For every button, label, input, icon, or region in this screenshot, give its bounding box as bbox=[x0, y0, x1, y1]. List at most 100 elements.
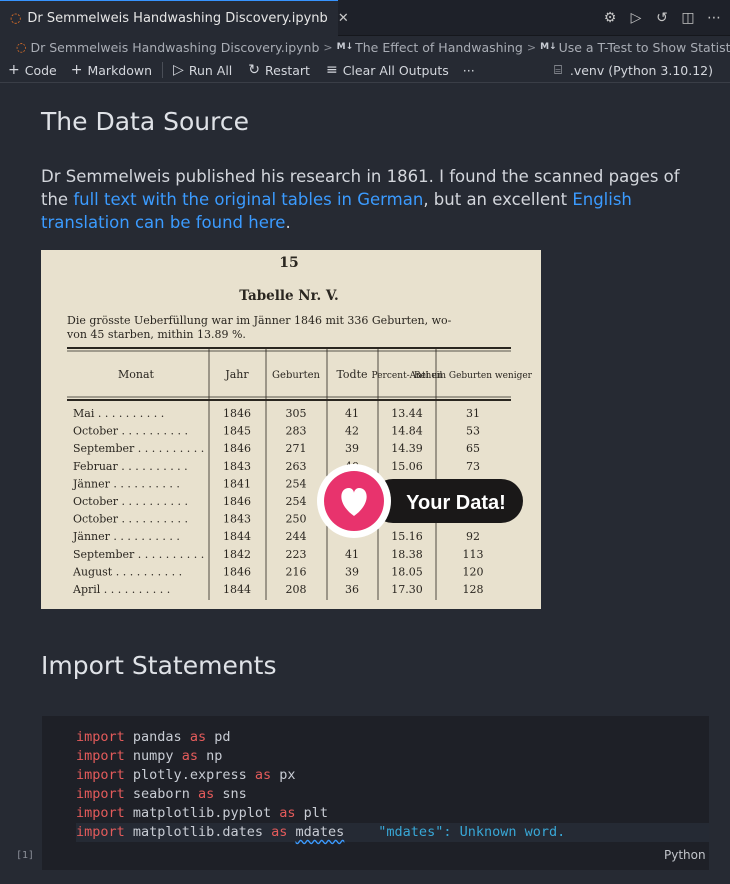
link-german-text[interactable]: full text with the original tables in Ge… bbox=[73, 190, 423, 209]
spellcheck-hint: "mdates": Unknown word. bbox=[378, 824, 566, 840]
more-icon[interactable]: ⋯ bbox=[706, 10, 722, 26]
scan-cell: 39 bbox=[345, 565, 359, 578]
scan-cell: September . . . . . . . . . . bbox=[73, 442, 204, 455]
scanned-table-image: 15 Tabelle Nr. V. Die grösste Ueberfüllu… bbox=[41, 250, 541, 609]
chevron-right-icon: > bbox=[323, 40, 333, 54]
settings-gear-icon[interactable]: ⚙ bbox=[602, 10, 618, 26]
breadcrumb: ◌ Dr Semmelweis Handwashing Discovery.ip… bbox=[0, 36, 730, 58]
keyword: as bbox=[181, 748, 198, 764]
scan-cell: 39 bbox=[345, 442, 359, 455]
scan-cell: 18.05 bbox=[391, 565, 423, 578]
para-text-3: . bbox=[285, 213, 291, 232]
restart-icon: ↻ bbox=[248, 62, 261, 78]
scan-cell: 250 bbox=[286, 513, 307, 526]
scan-cell: 120 bbox=[463, 565, 484, 578]
scan-cell: 13.44 bbox=[391, 407, 423, 420]
code-line[interactable]: import matplotlib.pyplot as plt bbox=[76, 804, 709, 823]
split-editor-icon[interactable]: ◫ bbox=[680, 10, 696, 26]
editor-actions: ⚙ ▷ ↺ ◫ ⋯ bbox=[602, 0, 722, 35]
scan-cell: 305 bbox=[286, 407, 307, 420]
clear-all-icon: ≡ bbox=[325, 62, 338, 78]
add-code-button[interactable]: + Code bbox=[8, 62, 57, 78]
alias-name: px bbox=[279, 767, 296, 783]
add-markdown-button[interactable]: + Markdown bbox=[71, 62, 152, 78]
plus-icon: + bbox=[8, 62, 20, 78]
scan-cell: 128 bbox=[463, 583, 484, 596]
close-icon[interactable]: ✕ bbox=[338, 11, 349, 26]
keyword: as bbox=[254, 767, 272, 783]
code-line[interactable]: import numpy as np bbox=[76, 747, 709, 766]
plus-icon: + bbox=[70, 62, 83, 78]
scan-cell: 1846 bbox=[223, 565, 251, 578]
markdown-paragraph: Dr Semmelweis published his research in … bbox=[41, 165, 711, 234]
notebook-toolbar: + Code + Markdown ▷ Run All ↻ Restart ≡ … bbox=[0, 58, 730, 83]
scan-cell: 14.84 bbox=[391, 425, 423, 438]
run-all-label: Run All bbox=[188, 62, 233, 78]
scan-cell: 254 bbox=[286, 495, 307, 508]
scan-cell: October . . . . . . . . . . bbox=[73, 495, 188, 508]
notebook-tab[interactable]: ◌ Dr Semmelweis Handwashing Discovery.ip… bbox=[0, 0, 349, 36]
heading-data-source: The Data Source bbox=[41, 107, 249, 136]
cell-language-picker[interactable]: Python bbox=[664, 848, 706, 862]
keyword: as bbox=[271, 824, 288, 840]
scan-cell: 53 bbox=[466, 425, 480, 438]
breadcrumb-section-2[interactable]: Use a T-Test to Show Statistica bbox=[559, 40, 730, 55]
module-name: plotly.express bbox=[132, 767, 247, 783]
scan-cell: 1845 bbox=[223, 425, 251, 438]
more-actions-button[interactable]: ··· bbox=[463, 63, 475, 78]
markdown-icon: M↓ bbox=[336, 42, 354, 52]
chevron-right-icon: > bbox=[526, 40, 537, 54]
more-icon: ··· bbox=[462, 62, 475, 78]
scan-header-jahr: Jahr bbox=[224, 368, 249, 381]
code-editor[interactable]: import pandas as pd import numpy as np imp… bbox=[76, 728, 709, 842]
history-icon[interactable]: ↺ bbox=[654, 10, 670, 26]
your-data-label: Your Data! bbox=[406, 492, 506, 514]
scan-caption-2: von 45 starben, mithin 13.89 %. bbox=[66, 328, 246, 341]
scan-cell: 1844 bbox=[223, 583, 251, 596]
markdown-icon: M↓ bbox=[540, 42, 557, 52]
add-markdown-label: Markdown bbox=[87, 62, 153, 78]
scan-header-geburten: Geburten bbox=[272, 370, 320, 381]
keyword: import bbox=[76, 805, 125, 821]
run-all-button[interactable]: ▷ Run All bbox=[173, 62, 232, 78]
scan-cell: 31 bbox=[466, 407, 480, 420]
breadcrumb-section-1[interactable]: The Effect of Handwashing bbox=[355, 40, 523, 55]
keyword: import bbox=[76, 824, 125, 840]
scan-header-weniger: Bei um Geburten weniger bbox=[414, 371, 533, 381]
code-line[interactable]: import seaborn as sns bbox=[76, 785, 709, 804]
scan-cell: April . . . . . . . . . . bbox=[72, 583, 170, 596]
alias-name: sns bbox=[222, 786, 247, 802]
code-line[interactable]: import plotly.express as px bbox=[76, 766, 709, 785]
module-name: pandas bbox=[132, 729, 182, 745]
clear-outputs-label: Clear All Outputs bbox=[342, 62, 449, 78]
scan-cell: 92 bbox=[466, 530, 480, 543]
tab-title: Dr Semmelweis Handwashing Discovery.ipyn… bbox=[27, 11, 328, 26]
keyword: import bbox=[76, 786, 125, 802]
keyword: as bbox=[189, 729, 207, 745]
scan-cell: 36 bbox=[345, 583, 359, 596]
scan-caption-1: Die grösste Ueberfüllung war im Jänner 1… bbox=[67, 314, 452, 327]
scan-cell: 41 bbox=[345, 407, 359, 420]
module-name: numpy bbox=[132, 748, 174, 764]
code-line[interactable]: import matplotlib.dates as mdates "mdates… bbox=[76, 823, 709, 842]
scan-cell: 15.16 bbox=[391, 530, 423, 543]
scan-cell: 1846 bbox=[223, 442, 251, 455]
restart-button[interactable]: ↻ Restart bbox=[248, 62, 310, 78]
scan-cell: 263 bbox=[286, 460, 307, 473]
scan-cell: 73 bbox=[466, 460, 480, 473]
scan-cell: 216 bbox=[286, 565, 307, 578]
scan-page-number: 15 bbox=[279, 255, 298, 271]
scan-cell: Jänner . . . . . . . . . . bbox=[72, 530, 180, 543]
scan-cell: 1843 bbox=[223, 460, 251, 473]
scan-cell: 283 bbox=[286, 425, 307, 438]
jupyter-icon: ◌ bbox=[10, 10, 22, 26]
kernel-picker[interactable]: ⌸ .venv (Python 3.10.12) bbox=[554, 58, 713, 83]
breadcrumb-file[interactable]: Dr Semmelweis Handwashing Discovery.ipyn… bbox=[30, 40, 319, 55]
keyword: import bbox=[76, 748, 125, 764]
code-cell[interactable]: import pandas as pd import numpy as np imp… bbox=[42, 716, 709, 870]
clear-outputs-button[interactable]: ≡ Clear All Outputs bbox=[326, 62, 449, 78]
scan-cell: 15.06 bbox=[391, 460, 423, 473]
run-icon[interactable]: ▷ bbox=[628, 10, 644, 26]
scan-cell: 1846 bbox=[223, 407, 251, 420]
code-line[interactable]: import pandas as pd bbox=[76, 728, 709, 747]
